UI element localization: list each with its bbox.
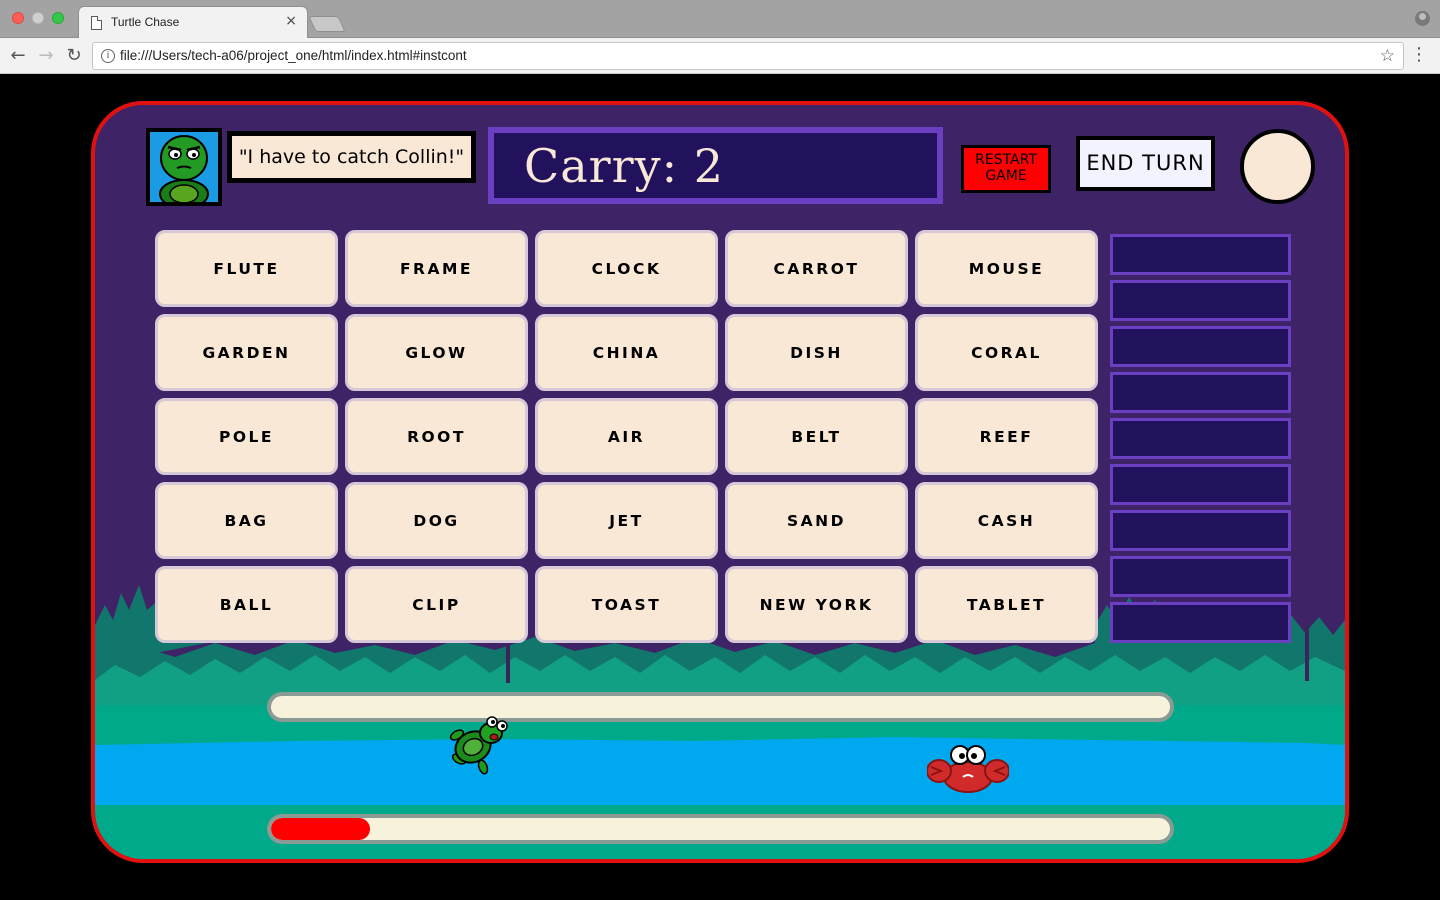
crab-opponent-icon bbox=[927, 745, 1009, 793]
end-turn-button[interactable]: END TURN bbox=[1076, 136, 1215, 191]
word-card[interactable]: MOUSE bbox=[915, 230, 1098, 307]
word-card[interactable]: CHINA bbox=[535, 314, 718, 391]
collected-slot bbox=[1110, 602, 1291, 643]
profile-icon[interactable] bbox=[1415, 11, 1430, 26]
word-card[interactable]: BALL bbox=[155, 566, 338, 643]
bookmark-star-icon[interactable]: ☆ bbox=[1380, 46, 1395, 66]
collected-slot bbox=[1110, 326, 1291, 367]
word-card[interactable]: CLOCK bbox=[535, 230, 718, 307]
turtle-player-icon bbox=[449, 716, 508, 775]
reload-icon[interactable]: ↻ bbox=[62, 44, 86, 68]
collected-slot bbox=[1110, 464, 1291, 505]
collected-slot bbox=[1110, 556, 1291, 597]
collected-slot bbox=[1110, 510, 1291, 551]
window-maximize-button[interactable] bbox=[52, 12, 64, 24]
word-card[interactable]: POLE bbox=[155, 398, 338, 475]
tab-title: Turtle Chase bbox=[111, 15, 180, 29]
game-board: "I have to catch Collin!" Carry: 2 RESTA… bbox=[91, 101, 1349, 863]
collected-slot bbox=[1110, 418, 1291, 459]
word-card[interactable]: TOAST bbox=[535, 566, 718, 643]
browser-tab-bar: Turtle Chase × bbox=[0, 0, 1440, 39]
browser-toolbar: ← → ↻ i file:///Users/tech-a06/project_o… bbox=[0, 38, 1440, 74]
back-arrow-icon[interactable]: ← bbox=[6, 44, 30, 68]
info-icon[interactable]: i bbox=[101, 49, 115, 63]
turn-indicator-circle bbox=[1240, 129, 1315, 204]
turtle-speech-bubble: "I have to catch Collin!" bbox=[227, 131, 476, 183]
restart-game-button[interactable]: RESTART GAME bbox=[961, 145, 1051, 193]
word-card[interactable]: TABLET bbox=[915, 566, 1098, 643]
speech-text: "I have to catch Collin!" bbox=[232, 136, 471, 178]
word-card[interactable]: DOG bbox=[345, 482, 528, 559]
forward-arrow-icon[interactable]: → bbox=[34, 44, 58, 68]
word-card[interactable]: CLIP bbox=[345, 566, 528, 643]
new-tab-button[interactable] bbox=[308, 16, 346, 32]
carry-display: Carry: 2 bbox=[488, 127, 943, 204]
progress-fill bbox=[271, 818, 370, 840]
word-card[interactable]: SAND bbox=[725, 482, 908, 559]
turtle-avatar bbox=[146, 128, 222, 206]
url-text[interactable]: file:///Users/tech-a06/project_one/html/… bbox=[120, 48, 467, 63]
word-card[interactable]: NEW YORK bbox=[725, 566, 908, 643]
word-card[interactable]: FRAME bbox=[345, 230, 528, 307]
word-card[interactable]: CARROT bbox=[725, 230, 908, 307]
turtle-face-icon bbox=[159, 135, 209, 202]
word-card[interactable]: ROOT bbox=[345, 398, 528, 475]
collected-slot bbox=[1110, 280, 1291, 321]
window-minimize-button[interactable] bbox=[32, 12, 44, 24]
browser-menu-icon[interactable]: ⋮ bbox=[1410, 45, 1428, 65]
word-card[interactable]: JET bbox=[535, 482, 718, 559]
word-card[interactable]: CASH bbox=[915, 482, 1098, 559]
tab-close-icon[interactable]: × bbox=[285, 14, 297, 28]
word-card[interactable]: REEF bbox=[915, 398, 1098, 475]
word-card[interactable]: GLOW bbox=[345, 314, 528, 391]
document-icon bbox=[91, 16, 102, 30]
collected-slot bbox=[1110, 372, 1291, 413]
window-close-button[interactable] bbox=[12, 12, 24, 24]
position-track bbox=[267, 692, 1174, 722]
address-bar[interactable]: i file:///Users/tech-a06/project_one/htm… bbox=[92, 42, 1404, 70]
word-card[interactable]: AIR bbox=[535, 398, 718, 475]
browser-tab[interactable]: Turtle Chase × bbox=[78, 6, 308, 39]
word-card[interactable]: DISH bbox=[725, 314, 908, 391]
collected-slot bbox=[1110, 234, 1291, 275]
carry-count: Carry: 2 bbox=[524, 139, 724, 193]
turn-progress-bar bbox=[267, 814, 1174, 844]
word-card[interactable]: GARDEN bbox=[155, 314, 338, 391]
word-card[interactable]: BAG bbox=[155, 482, 338, 559]
word-card[interactable]: CORAL bbox=[915, 314, 1098, 391]
word-card[interactable]: FLUTE bbox=[155, 230, 338, 307]
word-card[interactable]: BELT bbox=[725, 398, 908, 475]
